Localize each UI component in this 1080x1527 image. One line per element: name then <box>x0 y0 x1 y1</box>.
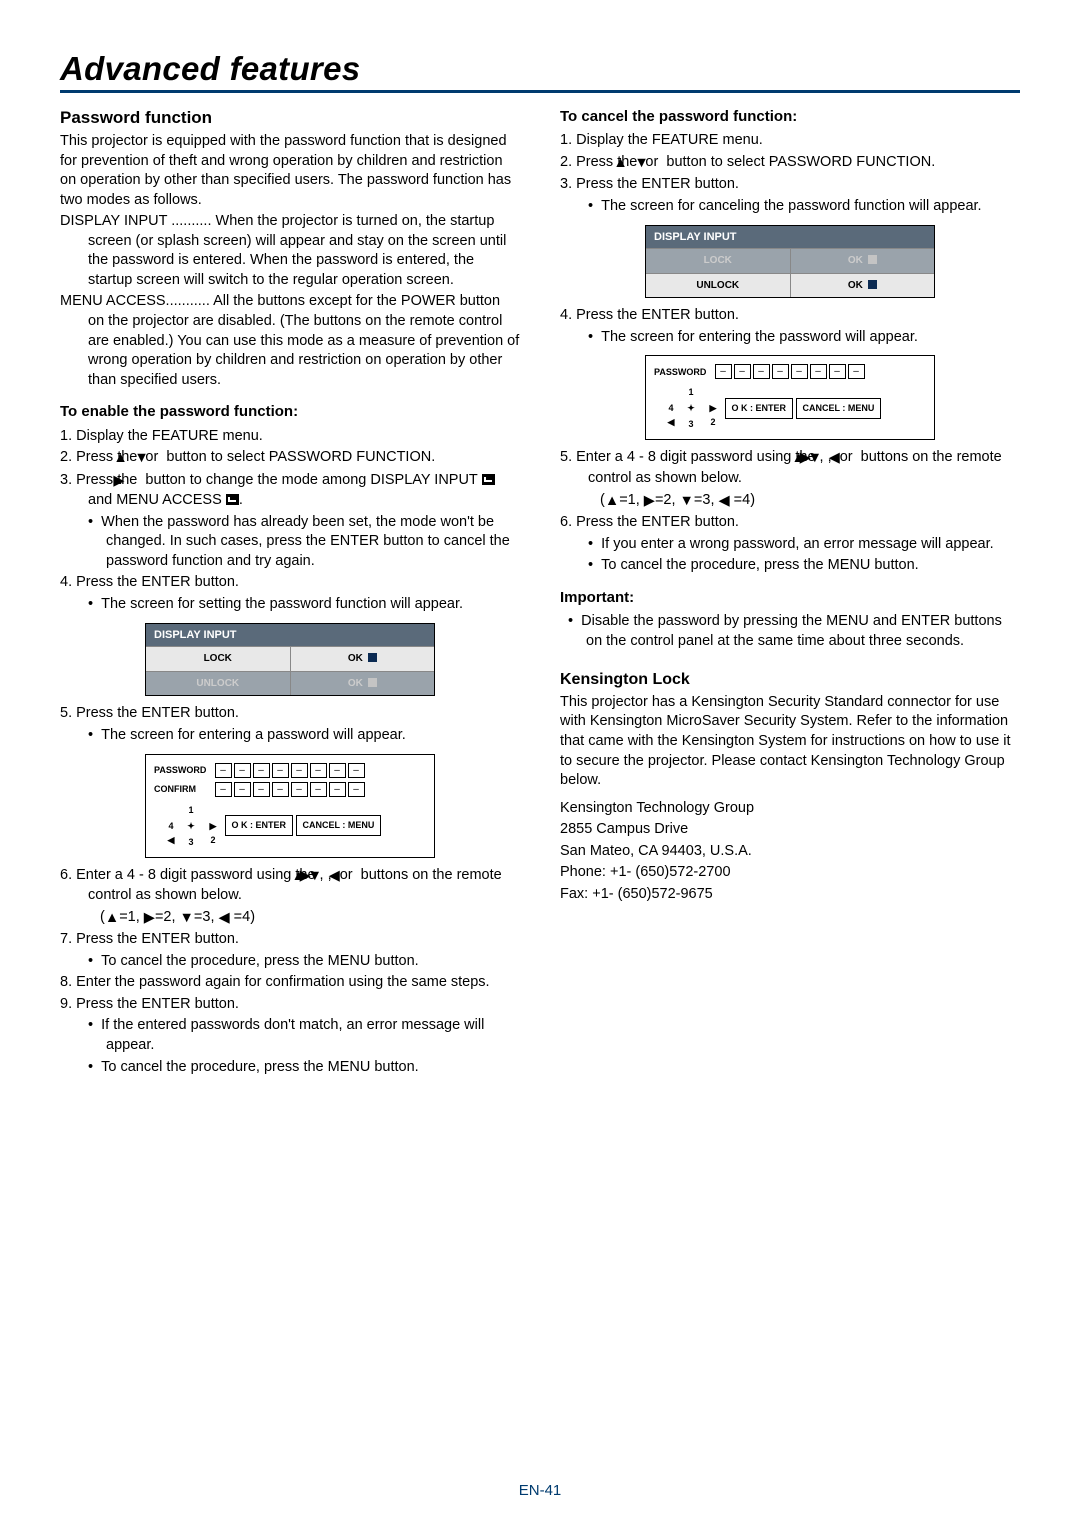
heading-cancel: To cancel the password function: <box>560 107 1020 127</box>
osd-ok-cell-disabled: OK <box>791 248 935 273</box>
display-input-desc: DISPLAY INPUT .......... When the projec… <box>60 212 520 290</box>
heading-enable: To enable the password function: <box>60 402 520 422</box>
step-8: 8. Enter the password again for confirma… <box>60 973 520 993</box>
step-4: 4. Press the ENTER button. <box>60 573 520 593</box>
dpad-icon: 1 4 ◀ ✦ ▶ 2 3 <box>162 803 222 849</box>
step-2c: button to select PASSWORD FUNCTION. <box>162 449 435 465</box>
enter-icon <box>368 678 377 687</box>
step-3a: 3. Press the <box>60 472 141 488</box>
cancel-menu-label: CANCEL : MENU <box>296 815 382 835</box>
step-6: 6. Enter a 4 - 8 digit password using th… <box>60 866 520 906</box>
step-6-mapping: (▲=1, ▶=2, ▼=3, ◀ =4) <box>60 908 520 929</box>
cancel-step-5-mapping: (▲=1, ▶=2, ▼=3, ◀ =4) <box>560 491 1020 512</box>
confirm-label: CONFIRM <box>154 783 212 795</box>
enter-icon <box>368 653 377 662</box>
dpad-icon: 1 4 ◀ ✦ ▶ 2 3 <box>662 385 722 431</box>
cancel-step-6-bullet2: • To cancel the procedure, press the MEN… <box>560 556 1020 576</box>
step-7-bullet: • To cancel the procedure, press the MEN… <box>60 952 520 972</box>
step-9-bullet2: • To cancel the procedure, press the MEN… <box>60 1058 520 1078</box>
left-column: Password function This projector is equi… <box>60 103 520 1079</box>
important-bullet: • Disable the password by pressing the M… <box>540 612 1020 651</box>
step-3: 3. Press the ▶ button to change the mode… <box>60 471 520 511</box>
cancel-step-2: 2. Press the ▲ or ▼ button to select PAS… <box>560 153 1020 174</box>
step-3-bullet: • When the password has already been set… <box>60 513 520 572</box>
osd-ok-cell: OK <box>791 273 935 298</box>
step-9-bullet1: • If the entered passwords don't match, … <box>60 1016 520 1055</box>
confirm-boxes: –––––––– <box>215 782 367 797</box>
step-4-bullet: • The screen for setting the password fu… <box>60 595 520 615</box>
enter-icon <box>482 474 495 485</box>
step-2a: 2. Press the <box>60 449 141 465</box>
password-entry-panel-single: PASSWORD –––––––– 1 4 ◀ ✦ ▶ 2 3 O K : EN… <box>645 355 935 440</box>
kensington-addr1: Kensington Technology Group <box>560 799 1020 819</box>
kensington-text: This projector has a Kensington Security… <box>560 693 1020 791</box>
heading-password-function: Password function <box>60 107 520 130</box>
osd-lock-cell: LOCK <box>146 646 291 671</box>
step-2: 2. Press the ▲ or ▼ button to select PAS… <box>60 448 520 469</box>
osd-header: DISPLAY INPUT <box>146 624 434 647</box>
cancel-step-1: 1. Display the FEATURE menu. <box>560 131 1020 151</box>
cancel-step-3: 3. Press the ENTER button. <box>560 175 1020 195</box>
page-title: Advanced features <box>60 50 1020 88</box>
step-5-bullet: • The screen for entering a password wil… <box>60 726 520 746</box>
cancel-step-6-bullet1: • If you enter a wrong password, an erro… <box>560 535 1020 555</box>
pwd-boxes: –––––––– <box>715 364 867 379</box>
cancel-step-5: 5. Enter a 4 - 8 digit password using th… <box>560 448 1020 488</box>
password-entry-panel: PASSWORD –––––––– CONFIRM –––––––– 1 4 ◀ <box>145 754 435 858</box>
page-footer: EN-41 <box>0 1482 1080 1499</box>
step-1: 1. Display the FEATURE menu. <box>60 427 520 447</box>
enter-icon <box>868 280 877 289</box>
cancel-step-4: 4. Press the ENTER button. <box>560 306 1020 326</box>
osd-unlock-cell: UNLOCK <box>146 671 291 696</box>
title-rule <box>60 90 1020 93</box>
heading-important: Important: <box>560 588 1020 608</box>
enter-icon <box>868 255 877 264</box>
osd-ok-cell-disabled: OK <box>291 671 435 696</box>
step-3d: . <box>239 492 243 508</box>
step-5-bullet-text: The screen for entering a password will … <box>101 727 406 743</box>
pwd-label: PASSWORD <box>154 764 212 776</box>
heading-kensington: Kensington Lock <box>560 669 1020 691</box>
osd-display-input-lock: DISPLAY INPUT LOCK OK UNLOCK OK <box>145 623 435 697</box>
osd-unlock-cell: UNLOCK <box>646 273 791 298</box>
cancel-step-3-bullet: • The screen for canceling the password … <box>560 197 1020 217</box>
cancel-step-6: 6. Press the ENTER button. <box>560 513 1020 533</box>
cancel-menu-label: CANCEL : MENU <box>796 398 882 418</box>
step-4-bullet-text: The screen for setting the password func… <box>101 596 463 612</box>
kensington-addr2: 2855 Campus Drive <box>560 820 1020 840</box>
step-3b: button to change the mode among DISPLAY … <box>141 472 481 488</box>
ok-enter-label: O K : ENTER <box>725 398 794 418</box>
osd-lock-cell-disabled: LOCK <box>646 248 791 273</box>
menu-access-desc: MENU ACCESS........... All the buttons e… <box>60 292 520 390</box>
osd-ok-cell: OK <box>291 646 435 671</box>
intro-text: This projector is equipped with the pass… <box>60 132 520 210</box>
ok-enter-label: O K : ENTER <box>225 815 294 835</box>
step-3-bullet-text: When the password has already been set, … <box>101 514 510 569</box>
pwd-boxes: –––––––– <box>215 763 367 778</box>
pwd-label: PASSWORD <box>654 366 712 378</box>
kensington-fax: Fax: +1- (650)572-9675 <box>560 885 1020 905</box>
osd-header: DISPLAY INPUT <box>646 226 934 249</box>
kensington-phone: Phone: +1- (650)572-2700 <box>560 863 1020 883</box>
step-9: 9. Press the ENTER button. <box>60 995 520 1015</box>
step-7: 7. Press the ENTER button. <box>60 930 520 950</box>
enter-icon <box>226 494 239 505</box>
cancel-step-4-bullet: • The screen for entering the password w… <box>560 328 1020 348</box>
step-5: 5. Press the ENTER button. <box>60 704 520 724</box>
osd-display-input-unlock: DISPLAY INPUT LOCK OK UNLOCK OK <box>645 225 935 299</box>
right-column: To cancel the password function: 1. Disp… <box>560 103 1020 1079</box>
step-3c: and MENU ACCESS <box>88 492 226 508</box>
kensington-addr3: San Mateo, CA 94403, U.S.A. <box>560 842 1020 862</box>
